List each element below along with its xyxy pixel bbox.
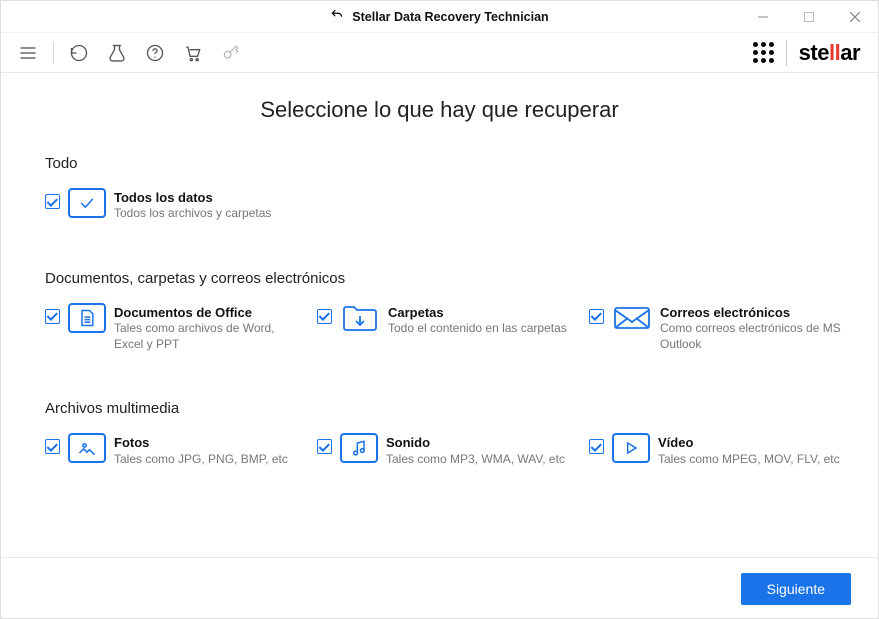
option-title: Todos los datos <box>114 190 271 206</box>
option-video[interactable]: Vídeo Tales como MPEG, MOV, FLV, etc <box>589 433 851 467</box>
page-title: Seleccione lo que hay que recuperar <box>45 97 834 123</box>
option-photos[interactable]: Fotos Tales como JPG, PNG, BMP, etc <box>45 433 307 467</box>
option-desc: Todo el contenido en las carpetas <box>388 321 567 337</box>
titlebar: Stellar Data Recovery Technician <box>1 1 878 33</box>
toolbar: stellar <box>1 33 878 73</box>
option-all-data[interactable]: Todos los datos Todos los archivos y car… <box>45 188 307 222</box>
toolbar-separator <box>53 42 54 64</box>
music-note-icon <box>340 433 378 463</box>
folder-download-icon <box>340 303 380 333</box>
option-desc: Como correos electrónicos de MS Outlook <box>660 321 851 352</box>
history-icon[interactable] <box>62 35 96 71</box>
option-title: Documentos de Office <box>114 305 307 321</box>
bottom-bar: Siguiente <box>0 557 879 619</box>
option-title: Sonido <box>386 435 565 451</box>
checkbox-all-data[interactable] <box>45 194 60 209</box>
brand-area: stellar <box>753 40 868 66</box>
maximize-button[interactable] <box>786 1 832 33</box>
option-audio[interactable]: Sonido Tales como MP3, WMA, WAV, etc <box>317 433 579 467</box>
checkbox-video[interactable] <box>589 439 604 454</box>
section-media-label: Archivos multimedia <box>45 400 834 417</box>
option-office-docs[interactable]: Documentos de Office Tales como archivos… <box>45 303 307 352</box>
option-desc: Tales como MPEG, MOV, FLV, etc <box>658 452 840 468</box>
main-content: Seleccione lo que hay que recuperar Todo… <box>1 73 878 467</box>
option-title: Correos electrónicos <box>660 305 851 321</box>
checkbox-emails[interactable] <box>589 309 604 324</box>
window-controls <box>740 1 878 33</box>
option-title: Fotos <box>114 435 288 451</box>
help-icon[interactable] <box>138 35 172 71</box>
window-title: Stellar Data Recovery Technician <box>352 10 548 24</box>
checkbox-folders[interactable] <box>317 309 332 324</box>
option-folders[interactable]: Carpetas Todo el contenido en las carpet… <box>317 303 579 352</box>
brand-logo: stellar <box>799 40 860 66</box>
undo-arrow-icon <box>330 8 344 25</box>
brand-separator <box>786 40 787 66</box>
apps-grid-icon[interactable] <box>753 42 774 63</box>
key-icon[interactable] <box>214 35 248 71</box>
option-desc: Todos los archivos y carpetas <box>114 206 271 222</box>
play-icon <box>612 433 650 463</box>
check-square-icon <box>68 188 106 218</box>
minimize-button[interactable] <box>740 1 786 33</box>
close-button[interactable] <box>832 1 878 33</box>
next-button[interactable]: Siguiente <box>741 573 851 605</box>
cart-icon[interactable] <box>176 35 210 71</box>
option-title: Vídeo <box>658 435 840 451</box>
option-desc: Tales como archivos de Word, Excel y PPT <box>114 321 307 352</box>
option-desc: Tales como JPG, PNG, BMP, etc <box>114 452 288 468</box>
envelope-icon <box>612 303 652 333</box>
checkbox-audio[interactable] <box>317 439 332 454</box>
option-desc: Tales como MP3, WMA, WAV, etc <box>386 452 565 468</box>
lab-icon[interactable] <box>100 35 134 71</box>
menu-icon[interactable] <box>11 35 45 71</box>
option-emails[interactable]: Correos electrónicos Como correos electr… <box>589 303 851 352</box>
option-title: Carpetas <box>388 305 567 321</box>
window-title-area: Stellar Data Recovery Technician <box>330 8 548 25</box>
section-docs-label: Documentos, carpetas y correos electróni… <box>45 270 834 287</box>
image-icon <box>68 433 106 463</box>
checkbox-photos[interactable] <box>45 439 60 454</box>
checkbox-office-docs[interactable] <box>45 309 60 324</box>
section-all-label: Todo <box>45 155 834 172</box>
document-icon <box>68 303 106 333</box>
